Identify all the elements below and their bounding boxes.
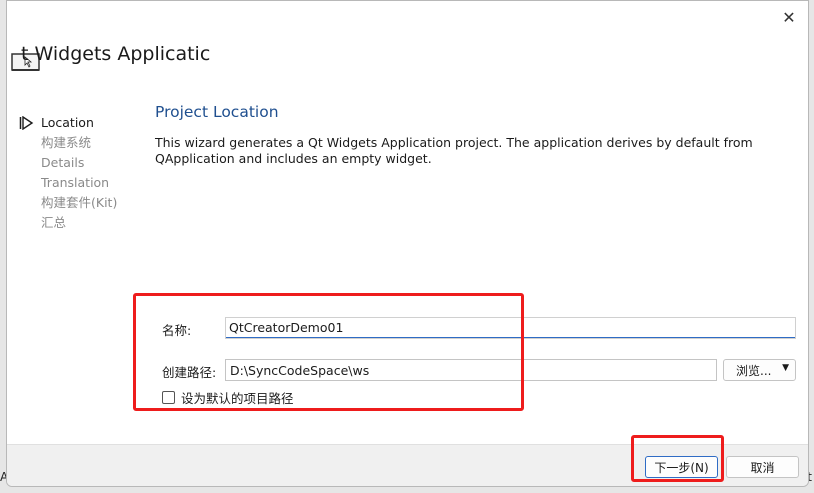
- step-details: Details: [41, 155, 85, 170]
- page-description: This wizard generates a Qt Widgets Appli…: [155, 135, 753, 166]
- chevron-down-icon: ▼: [782, 363, 789, 373]
- screen: A t ✕ t Widgets Applicatic Location 构建系统…: [0, 0, 814, 493]
- step-kits: 构建套件(Kit): [41, 195, 118, 210]
- wizard-steps: Location 构建系统 Details Translation 构建套件(K…: [19, 113, 117, 233]
- current-step-arrow-icon: [19, 116, 34, 130]
- page-title: Project Location: [155, 103, 279, 121]
- step-location: Location: [19, 113, 117, 133]
- project-name-label: 名称:: [162, 323, 192, 338]
- step-translation: Translation: [41, 175, 110, 190]
- create-path-input[interactable]: [225, 359, 717, 381]
- browse-button[interactable]: 浏览... ▼: [723, 359, 796, 381]
- step-label: Location: [41, 115, 94, 130]
- project-name-input[interactable]: [225, 317, 796, 339]
- default-path-option[interactable]: 设为默认的项目路径: [162, 388, 294, 407]
- create-path-label: 创建路径:: [162, 365, 217, 380]
- step-build-system: 构建系统: [41, 135, 92, 150]
- browse-label: 浏览...: [736, 363, 772, 378]
- step-summary: 汇总: [41, 215, 67, 230]
- default-path-label: 设为默认的项目路径: [181, 391, 294, 406]
- close-icon[interactable]: ✕: [778, 6, 800, 28]
- wizard-title: t Widgets Applicatic: [21, 43, 211, 65]
- next-button[interactable]: 下一步(N): [645, 456, 718, 478]
- default-path-checkbox[interactable]: [162, 391, 175, 404]
- wizard-footer: 下一步(N) 取消: [7, 444, 808, 486]
- new-project-wizard-dialog: ✕ t Widgets Applicatic Location 构建系统 Det…: [6, 0, 809, 487]
- cancel-button[interactable]: 取消: [726, 456, 799, 478]
